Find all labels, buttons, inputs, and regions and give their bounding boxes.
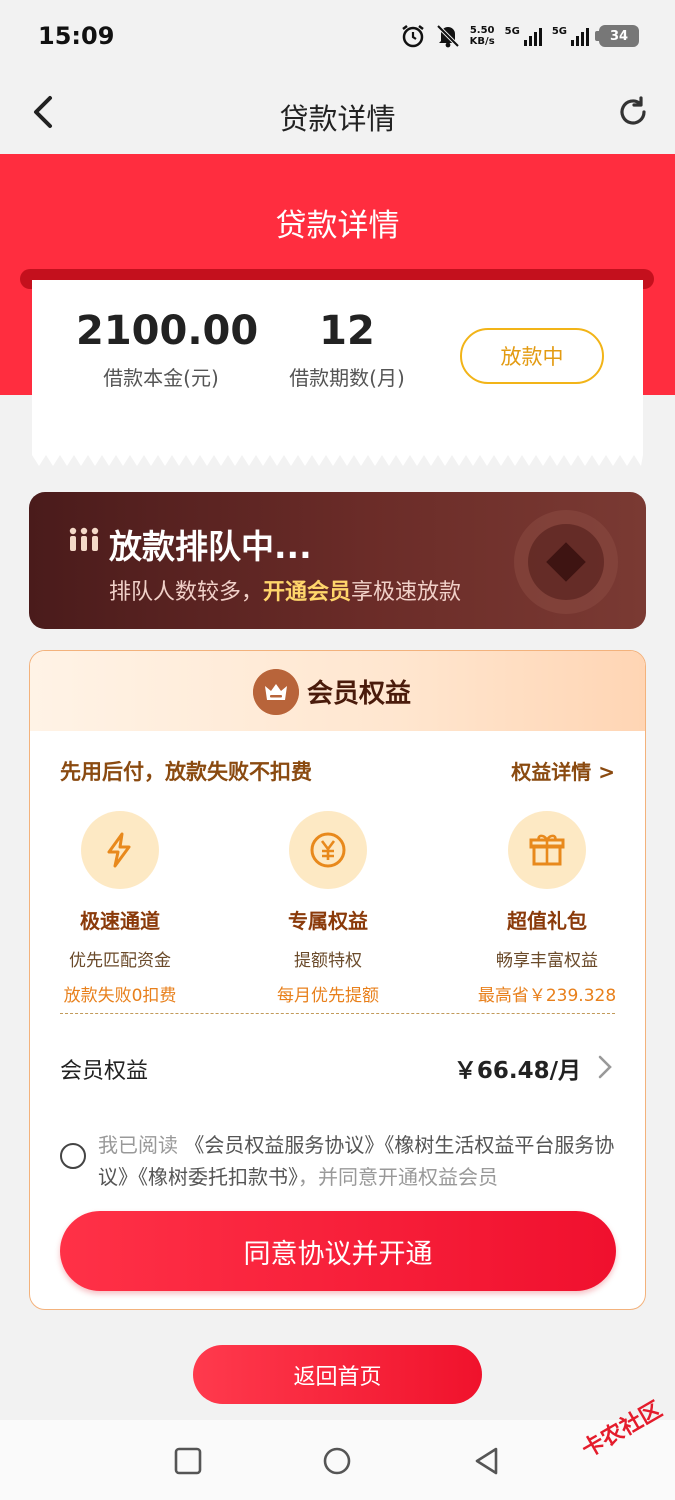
term-label: 借款期数(月) [289,366,405,390]
status-icons: 5.50 KB/s 5G 5G 34 [400,22,639,50]
system-nav-bar [0,1420,675,1500]
status-bar: 15:09 5.50 KB/s 5G 5G 34 [0,0,675,72]
chevron-right-icon[interactable] [595,1053,615,1081]
benefit-note: 放款失败0扣费 [63,986,177,1006]
home-circle-icon[interactable] [322,1446,352,1476]
principal-value: 2100.00 [76,308,259,354]
benefit-item: 专属权益 提额特权 每月优先提额 [228,811,428,1006]
queue-subtitle-suffix: 享极速放款 [351,580,462,605]
queue-subtitle-highlight: 开通会员 [263,580,352,605]
net-speed-unit: KB/s [469,36,495,47]
benefit-subtitle: 提额特权 [294,951,362,971]
queue-banner[interactable]: 放款排队中... 排队人数较多，开通会员享极速放款 [29,492,646,629]
benefit-subtitle: 优先匹配资金 [69,951,171,971]
nav-bar: 贷款详情 [0,72,675,154]
term-value: 12 [319,308,375,354]
fee-label: 会员权益 [60,1059,149,1084]
sim2-label: 5G [551,26,567,37]
benefit-title: 极速通道 [80,909,160,933]
loan-summary-card: 2100.00 借款本金(元) 12 借款期数(月) 放款中 [32,280,643,455]
back-home-button[interactable]: 返回首页 [193,1345,482,1404]
promo-text: 先用后付，放款失败不扣费 [60,760,312,784]
lightning-icon [81,811,159,889]
crown-icon [253,669,299,715]
net-speed: 5.50 KB/s [470,25,495,47]
membership-card: 会员权益 先用后付，放款失败不扣费 权益详情 > 极速通道 优先匹配资金 放款失… [29,650,646,1310]
queue-people-icon [69,527,99,551]
alarm-icon [401,25,424,48]
yen-coin-icon [289,811,367,889]
agreement-suffix: ，并同意开通权益会员 [298,1165,498,1189]
divider [60,1013,615,1014]
benefit-note: 每月优先提额 [277,986,379,1006]
benefit-title: 专属权益 [288,909,368,933]
mute-bell-icon [436,24,460,48]
fee-value[interactable]: ￥66.48/月 [454,1051,581,1085]
recents-square-icon[interactable] [173,1446,203,1476]
agreement-checkbox[interactable] [60,1143,86,1169]
benefit-subtitle: 畅享丰富权益 [496,951,598,971]
queue-title: 放款排队中... [109,527,312,566]
benefit-item: 极速通道 优先匹配资金 放款失败0扣费 [30,811,220,1006]
header-title: 贷款详情 [275,208,400,244]
gift-icon [508,811,586,889]
status-time: 15:09 [38,22,115,50]
queue-subtitle: 排队人数较多，开通会员享极速放款 [109,574,461,606]
agreement-text: 我已阅读 《会员权益服务协议》《橡树生活权益平台服务协议》《橡树委托扣款书》，并… [98,1129,628,1193]
loan-status-badge: 放款中 [460,328,604,384]
ticket-zigzag-edge [32,455,643,466]
benefit-item: 超值礼包 畅享丰富权益 最高省￥239.328 [447,811,645,1006]
queue-subtitle-prefix: 排队人数较多， [109,580,264,605]
principal-label: 借款本金(元) [103,366,219,390]
benefit-title: 超值礼包 [507,909,587,933]
term-block: 12 借款期数(月) [272,308,422,391]
battery-icon: 34 [595,25,639,47]
sim1-label: 5G [504,26,520,37]
coin-decoration-icon [514,510,618,614]
principal-block: 2100.00 借款本金(元) [76,308,259,391]
benefit-detail-link[interactable]: 权益详情 > [511,756,615,785]
membership-title: 会员权益 [307,679,412,709]
agreement-prefix: 我已阅读 [98,1133,185,1157]
signal-sim1-icon: 5G [505,26,542,46]
benefit-note: 最高省￥239.328 [477,986,617,1006]
refresh-icon[interactable] [615,94,651,130]
signal-sim2-icon: 5G [552,26,589,46]
membership-header: 会员权益 [30,651,645,731]
net-speed-value: 5.50 [469,25,495,36]
back-triangle-icon[interactable] [472,1446,502,1476]
agree-and-open-button[interactable]: 同意协议并开通 [60,1211,616,1291]
page-title: 贷款详情 [279,102,396,136]
